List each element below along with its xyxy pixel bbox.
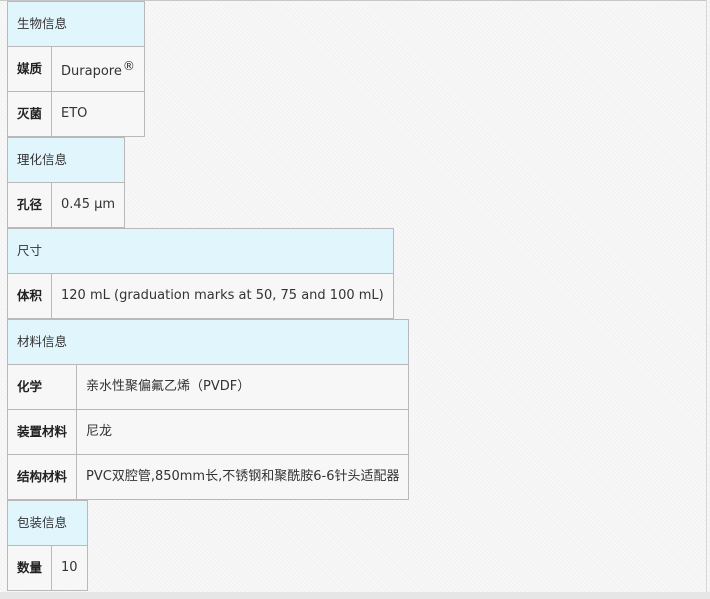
table-row: 媒质 Durapore® [6, 46, 145, 92]
table-row: 数量 10 [6, 545, 88, 591]
section-header-packaging-info: 包装信息 [7, 500, 88, 546]
spec-table-physchem-info: 理化信息 孔径 0.45 µm [6, 137, 126, 228]
table-row: 孔径 0.45 µm [6, 182, 126, 228]
section-header-bio-info: 生物信息 [7, 1, 145, 47]
row-label-quantity: 数量 [6, 545, 53, 591]
section-header-row: 生物信息 [7, 1, 145, 47]
row-value-sterilization: ETO [51, 91, 145, 137]
section-header-material-info: 材料信息 [6, 319, 410, 365]
spec-table-material-info: 材料信息 化学 亲水性聚偏氟乙烯（PVDF） 装置材料 尼龙 结构材料 PVC双… [6, 319, 410, 500]
table-row: 结构材料 PVC双腔管,850mm长,不锈钢和聚酰胺6-6针头适配器 [6, 454, 410, 500]
section-header-row: 尺寸 [7, 228, 394, 274]
page-bottom-band [0, 592, 710, 599]
page-right-border [706, 0, 707, 592]
medium-value-text: Durapore [61, 64, 122, 79]
table-row: 装置材料 尼龙 [6, 409, 410, 455]
row-value-volume: 120 mL (graduation marks at 50, 75 and 1… [51, 273, 394, 319]
table-row: 体积 120 mL (graduation marks at 50, 75 an… [6, 273, 394, 319]
spec-table-bio-info: 生物信息 媒质 Durapore® 灭菌 ETO [6, 1, 145, 137]
row-value-device-material: 尼龙 [76, 409, 410, 455]
row-value-quantity: 10 [51, 545, 88, 591]
row-value-pore-size: 0.45 µm [51, 182, 126, 228]
section-header-dimensions: 尺寸 [7, 228, 394, 274]
row-label-device-material: 装置材料 [6, 409, 78, 455]
row-label-medium: 媒质 [6, 46, 53, 92]
section-header-row: 材料信息 [6, 319, 410, 365]
row-label-construction-material: 结构材料 [6, 454, 78, 500]
row-label-pore-size: 孔径 [6, 182, 53, 228]
row-value-chemistry: 亲水性聚偏氟乙烯（PVDF） [76, 364, 410, 410]
spec-table-packaging-info: 包装信息 数量 10 [6, 500, 88, 591]
row-label-chemistry: 化学 [6, 364, 78, 410]
section-header-physchem-info: 理化信息 [6, 137, 126, 183]
section-header-row: 理化信息 [6, 137, 126, 183]
spec-table-dimensions: 尺寸 体积 120 mL (graduation marks at 50, 75… [6, 228, 394, 319]
table-row: 灭菌 ETO [6, 91, 145, 137]
registered-mark: ® [122, 59, 135, 73]
section-header-row: 包装信息 [7, 500, 88, 546]
row-label-volume: 体积 [6, 273, 53, 319]
row-value-construction-material: PVC双腔管,850mm长,不锈钢和聚酰胺6-6针头适配器 [76, 454, 410, 500]
row-label-sterilization: 灭菌 [6, 91, 53, 137]
table-row: 化学 亲水性聚偏氟乙烯（PVDF） [6, 364, 410, 410]
row-value-medium: Durapore® [51, 46, 145, 92]
